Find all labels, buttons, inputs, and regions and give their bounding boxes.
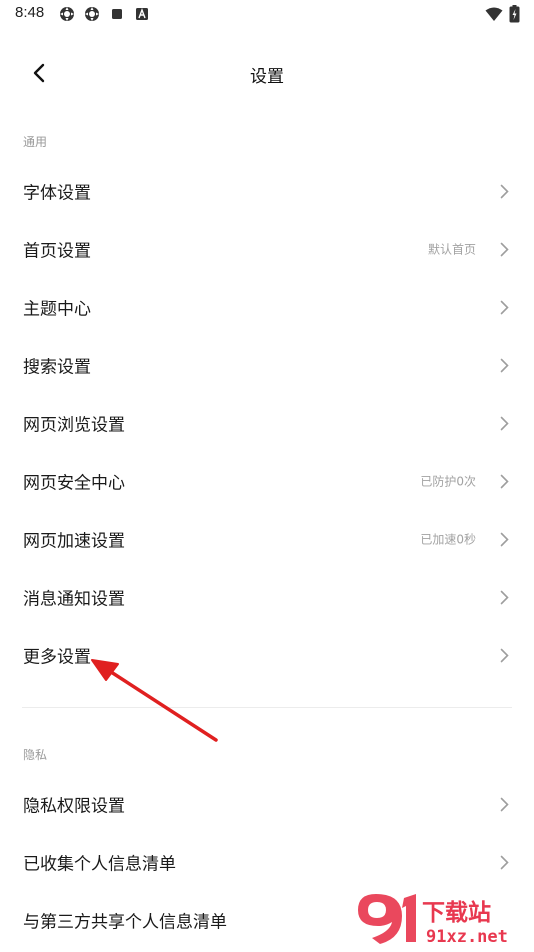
settings-item-search[interactable]: 搜索设置	[0, 336, 534, 394]
settings-item-collected-info[interactable]: 已收集个人信息清单	[0, 833, 534, 891]
chevron-right-icon	[498, 854, 510, 870]
watermark-logo: 下载站 91xz.net	[358, 894, 508, 947]
settings-item-acceleration[interactable]: 网页加速设置 已加速0秒	[0, 510, 534, 568]
chevron-right-icon	[498, 415, 510, 431]
settings-item-more[interactable]: 更多设置	[0, 626, 534, 684]
settings-item-label: 隐私权限设置	[23, 796, 125, 817]
watermark: 下载站 91xz.net	[346, 890, 526, 948]
chevron-right-icon	[498, 241, 510, 257]
settings-item-label: 主题中心	[23, 299, 91, 320]
chevron-right-icon	[498, 473, 510, 489]
stop-icon	[108, 5, 125, 22]
chevron-right-icon	[498, 531, 510, 547]
watermark-text-top: 下载站	[422, 900, 491, 926]
chevron-right-icon	[498, 796, 510, 812]
settings-item-homepage[interactable]: 首页设置 默认首页	[0, 220, 534, 278]
settings-item-label: 消息通知设置	[23, 589, 125, 610]
settings-item-label: 与第三方共享个人信息清单	[23, 912, 227, 933]
header: 设置	[0, 50, 534, 96]
watermark-text-bottom: 91xz.net	[426, 927, 508, 947]
a-icon	[133, 5, 150, 22]
settings-item-value: 默认首页	[427, 242, 476, 257]
chevron-right-icon	[498, 589, 510, 605]
settings-item-browsing[interactable]: 网页浏览设置	[0, 394, 534, 452]
gear-icon	[58, 5, 75, 22]
status-bar: 8:48	[0, 0, 534, 28]
settings-item-label: 网页加速设置	[23, 531, 125, 552]
section-divider	[22, 707, 512, 708]
chevron-right-icon	[498, 357, 510, 373]
status-system-icons	[485, 5, 520, 27]
gear-icon	[83, 5, 100, 22]
settings-item-label: 已收集个人信息清单	[23, 854, 176, 875]
chevron-right-icon	[498, 183, 510, 199]
settings-item-value: 已加速0秒	[420, 532, 476, 547]
status-notification-icons	[58, 5, 150, 22]
settings-item-label: 搜索设置	[23, 357, 91, 378]
settings-item-security[interactable]: 网页安全中心 已防护0次	[0, 452, 534, 510]
status-time: 8:48	[15, 4, 45, 21]
section-label-privacy: 隐私	[23, 748, 48, 762]
battery-icon	[509, 5, 520, 27]
settings-item-notifications[interactable]: 消息通知设置	[0, 568, 534, 626]
chevron-right-icon	[498, 647, 510, 663]
settings-item-label: 网页浏览设置	[23, 415, 125, 436]
settings-item-label: 网页安全中心	[23, 473, 125, 494]
section-label-general: 通用	[23, 135, 48, 149]
settings-item-theme[interactable]: 主题中心	[0, 278, 534, 336]
settings-item-font[interactable]: 字体设置	[0, 162, 534, 220]
chevron-right-icon	[498, 299, 510, 315]
page-title: 设置	[250, 67, 284, 87]
wifi-icon	[485, 7, 503, 26]
settings-item-privacy-permissions[interactable]: 隐私权限设置	[0, 775, 534, 833]
settings-item-value: 已防护0次	[420, 474, 476, 489]
settings-item-label: 字体设置	[23, 183, 91, 204]
settings-item-label: 更多设置	[23, 647, 91, 668]
settings-item-label: 首页设置	[23, 241, 91, 262]
